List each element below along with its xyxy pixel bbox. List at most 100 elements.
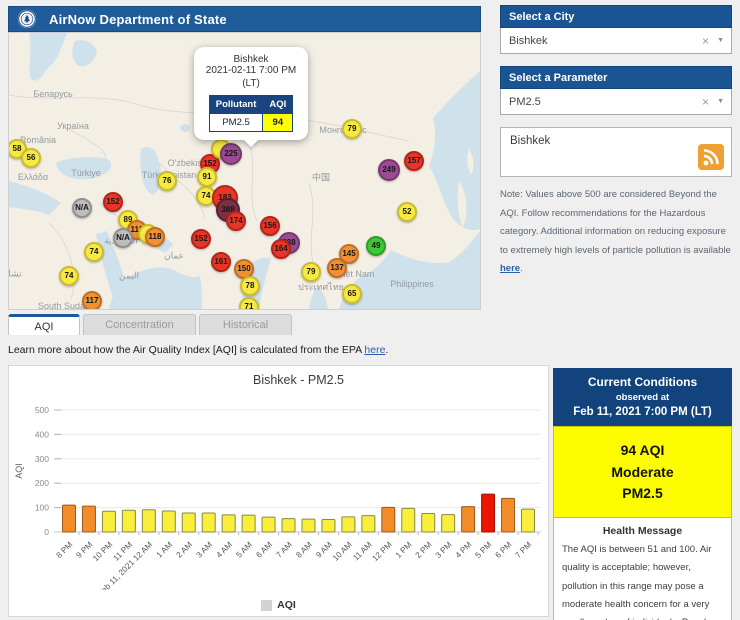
page: AirNow Department of State Беларусь Укра… <box>0 0 740 620</box>
map-label: تشاد <box>8 268 22 279</box>
legend-label: AQI <box>277 599 296 611</box>
city-caret-icon[interactable]: ▼ <box>717 29 724 53</box>
map-popup: Bishkek 2021-02-11 7:00 PM (LT) Pollutan… <box>194 47 308 140</box>
health-message-title: Health Message <box>602 525 683 538</box>
conditions-header: Current Conditions observed at Feb 11, 2… <box>553 368 732 426</box>
svg-text:500: 500 <box>35 405 49 415</box>
map-label: عمان <box>164 250 184 261</box>
svg-text:5 PM: 5 PM <box>474 540 494 560</box>
aqi-marker[interactable]: 225 <box>220 143 242 165</box>
popup-col-pollutant: Pollutant <box>208 95 264 114</box>
tab-historical[interactable]: Historical <box>199 314 292 335</box>
map-label: Ελλάδα <box>17 172 49 182</box>
app-header: AirNow Department of State <box>8 6 481 32</box>
popup-pollutant-value: PM2.5 <box>208 113 264 132</box>
svg-text:7 PM: 7 PM <box>514 540 534 560</box>
conditions-pollutant: PM2.5 <box>622 485 663 502</box>
svg-text:400: 400 <box>35 429 49 439</box>
aqi-marker[interactable]: 78 <box>240 276 260 296</box>
rss-icon[interactable] <box>698 144 724 170</box>
aqi-marker[interactable]: 157 <box>404 151 424 171</box>
map-label: اليمن <box>118 270 140 281</box>
aqi-marker[interactable]: 174 <box>226 211 246 231</box>
aqi-marker[interactable]: 117 <box>82 291 102 309</box>
svg-text:4 AM: 4 AM <box>214 540 234 560</box>
svg-text:100: 100 <box>35 503 49 513</box>
aqi-marker[interactable]: 164 <box>271 239 291 259</box>
svg-text:10 PM: 10 PM <box>91 540 114 563</box>
aqi-marker[interactable]: 118 <box>145 227 165 247</box>
svg-text:0: 0 <box>44 527 49 537</box>
learn-more-link[interactable]: here <box>364 344 385 356</box>
parameter-caret-icon[interactable]: ▼ <box>717 90 724 114</box>
aqi-marker[interactable]: 152 <box>191 229 211 249</box>
aqi-marker[interactable]: 52 <box>397 202 417 222</box>
city-clear-icon[interactable]: × <box>702 29 709 53</box>
svg-text:3 AM: 3 AM <box>195 540 215 560</box>
aqi-marker[interactable]: N/A <box>113 228 133 248</box>
parameter-select-value: PM2.5 <box>509 95 541 108</box>
svg-text:5 AM: 5 AM <box>234 540 254 560</box>
aqi-marker[interactable]: 49 <box>366 236 386 256</box>
aqi-marker[interactable]: 74 <box>59 266 79 286</box>
svg-text:6 AM: 6 AM <box>254 540 274 560</box>
aqi-marker[interactable]: N/A <box>72 198 92 218</box>
current-conditions-panel: Current Conditions observed at Feb 11, 2… <box>553 368 732 620</box>
svg-text:2 PM: 2 PM <box>414 540 434 560</box>
chart-legend: AQI <box>9 599 548 611</box>
tab-bar: AQI Concentration Historical <box>8 314 292 335</box>
conditions-aqi-box: 94 AQI Moderate PM2.5 <box>553 426 732 519</box>
map-label: Philippines <box>390 279 434 289</box>
aqi-marker[interactable]: 79 <box>301 262 321 282</box>
svg-text:1 AM: 1 AM <box>155 540 175 560</box>
svg-text:12 PM: 12 PM <box>371 540 394 563</box>
aqi-marker[interactable]: 56 <box>21 148 41 168</box>
health-message-box: Health Message The AQI is between 51 and… <box>553 518 732 620</box>
aqi-marker[interactable]: 65 <box>342 284 362 304</box>
feed-box: Bishkek <box>500 127 732 177</box>
chart-panel: 0 100 200 300 400 500 8 PM 9 PM 10 PM 11 PM Feb 11… <box>8 365 549 617</box>
aqi-marker[interactable]: 91 <box>197 167 217 187</box>
note-text: Note: Values above 500 are considered Be… <box>500 186 733 279</box>
learn-more-text: Learn more about how the Air Quality Ind… <box>8 344 365 356</box>
city-widget-header: Select a City <box>500 5 732 28</box>
map-label: Беларусь <box>33 89 73 99</box>
popup-table: Pollutant AQI PM2.5 94 <box>208 95 294 132</box>
svg-text:8 PM: 8 PM <box>55 540 75 560</box>
city-select[interactable]: Bishkek × ▼ <box>500 28 732 54</box>
conditions-observed-at: observed at <box>615 392 670 403</box>
tab-concentration[interactable]: Concentration <box>83 314 196 335</box>
aqi-map[interactable]: Беларусь Україна România Ελλάδα Türkiye O'zbe… <box>8 32 481 310</box>
parameter-select[interactable]: PM2.5 × ▼ <box>500 89 732 115</box>
svg-text:200: 200 <box>35 478 49 488</box>
aqi-marker[interactable]: 76 <box>157 171 177 191</box>
popup-city: Bishkek <box>233 54 269 65</box>
city-widget: Select a City Bishkek × ▼ <box>500 5 732 54</box>
conditions-datetime: Feb 11, 2021 7:00 PM (LT) <box>573 406 712 418</box>
svg-text:8 AM: 8 AM <box>294 540 314 560</box>
aqi-marker[interactable]: 71 <box>239 297 259 309</box>
svg-text:11 AM: 11 AM <box>351 540 373 562</box>
map-label: Türkiye <box>71 168 101 178</box>
parameter-widget: Select a Parameter PM2.5 × ▼ <box>500 66 732 115</box>
conditions-title: Current Conditions <box>587 375 698 389</box>
aqi-marker[interactable]: 152 <box>103 192 123 212</box>
conditions-aqi: 94 AQI <box>620 442 665 458</box>
aqi-marker[interactable]: 74 <box>84 242 104 262</box>
note-link[interactable]: here <box>500 263 520 274</box>
svg-text:10 AM: 10 AM <box>331 540 354 563</box>
aqi-marker[interactable]: 249 <box>378 159 400 181</box>
note-body: Note: Values above 500 are considered Be… <box>500 189 731 256</box>
svg-text:7 AM: 7 AM <box>274 540 294 560</box>
map-label: 中国 <box>311 172 331 183</box>
svg-text:4 PM: 4 PM <box>454 540 474 560</box>
aqi-marker[interactable]: 137 <box>327 258 347 278</box>
tab-aqi[interactable]: AQI <box>8 314 80 335</box>
aqi-marker[interactable]: 79 <box>342 119 362 139</box>
note-suffix: . <box>520 263 523 275</box>
parameter-clear-icon[interactable]: × <box>702 90 709 114</box>
svg-text:6 PM: 6 PM <box>494 540 514 560</box>
popup-aqi-value: 94 <box>262 113 294 132</box>
aqi-marker[interactable]: 161 <box>211 252 231 272</box>
aqi-marker[interactable]: 156 <box>260 216 280 236</box>
